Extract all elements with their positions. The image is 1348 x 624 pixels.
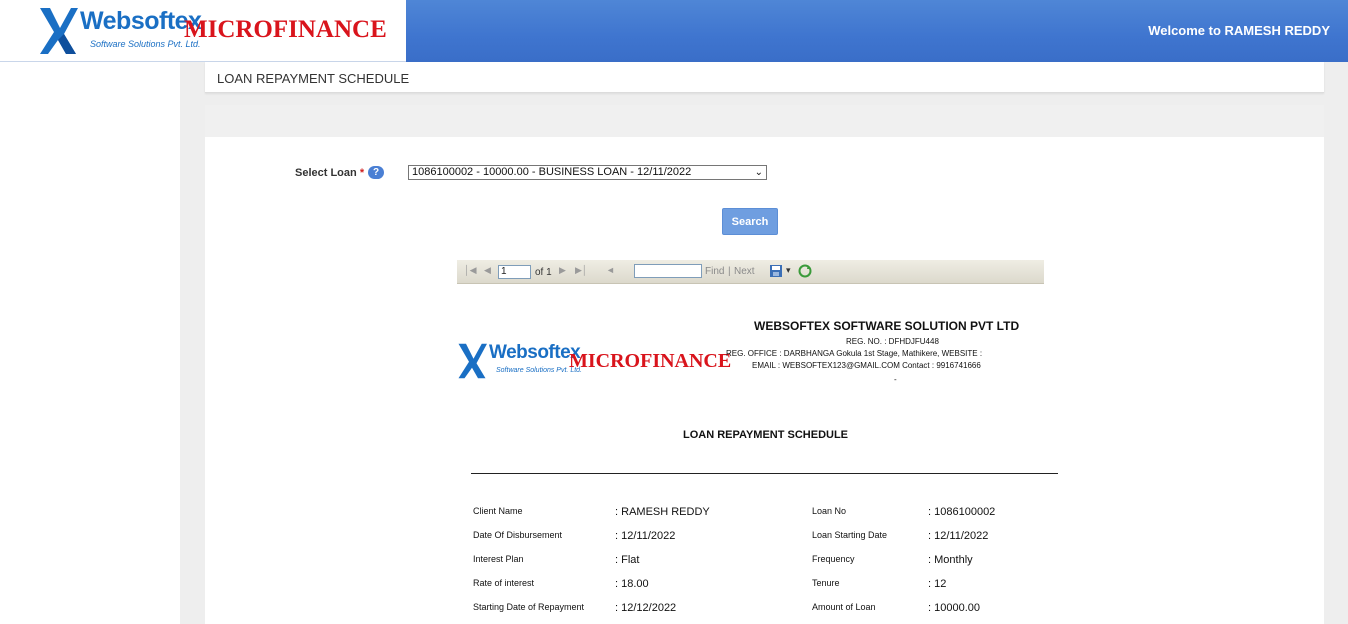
field-label: Amount of Loan: [812, 602, 876, 612]
top-header: Websoftex Software Solutions Pvt. Ltd. M…: [0, 0, 1348, 62]
field-label: Interest Plan: [473, 554, 524, 564]
loan-select[interactable]: 1086100002 - 10000.00 - BUSINESS LOAN - …: [408, 165, 767, 180]
card-header: [205, 105, 1324, 137]
field-value: : 12/11/2022: [615, 530, 676, 542]
export-dropdown-icon[interactable]: ▾: [786, 265, 791, 276]
next-link[interactable]: Next: [734, 266, 755, 277]
loan-select-value: 1086100002 - 10000.00 - BUSINESS LOAN - …: [412, 166, 692, 178]
report-brand-word: Websoftex: [489, 342, 581, 363]
last-page-icon[interactable]: ▶│: [575, 265, 588, 276]
welcome-text: Welcome to RAMESH REDDY: [1148, 23, 1330, 38]
reg-number: REG. NO. : DFHDJFU448: [846, 337, 939, 346]
first-page-icon[interactable]: │◀: [464, 265, 477, 276]
back-icon[interactable]: ◄: [606, 265, 615, 275]
main-card: Select Loan * ? 1086100002 - 10000.00 - …: [205, 105, 1324, 624]
field-value: : 10000.00: [928, 602, 981, 614]
report-logo-icon: [458, 343, 487, 379]
field-value: : 1086100002: [928, 506, 996, 518]
toolbar-separator: |: [728, 266, 731, 277]
next-page-icon[interactable]: ▶: [559, 265, 566, 276]
page-count: of 1: [535, 267, 552, 278]
select-loan-label-text: Select Loan: [295, 167, 357, 179]
report-brand-product: MICROFINANCE: [569, 350, 732, 372]
export-icon[interactable]: [769, 264, 783, 278]
page-title: LOAN REPAYMENT SCHEDULE: [217, 71, 410, 86]
chevron-down-icon: ⌄: [754, 167, 763, 178]
field-label: Starting Date of Repayment: [473, 602, 585, 612]
brand-logo[interactable]: Websoftex Software Solutions Pvt. Ltd. M…: [0, 0, 406, 62]
find-link[interactable]: Find: [705, 266, 724, 277]
required-mark: *: [359, 167, 365, 179]
field-value: : 12: [928, 578, 947, 590]
field-label: Frequency: [812, 554, 855, 564]
search-button[interactable]: Search: [722, 208, 778, 235]
dash-line: -: [894, 375, 897, 384]
field-label: Client Name: [473, 506, 523, 516]
contact-line: EMAIL : WEBSOFTEX123@GMAIL.COM Contact :…: [752, 361, 981, 370]
left-pane: [0, 62, 180, 624]
refresh-icon[interactable]: [798, 264, 812, 278]
websoftex-logo-icon: [40, 8, 78, 54]
page-title-bar: LOAN REPAYMENT SCHEDULE: [205, 62, 1324, 93]
help-icon[interactable]: ?: [368, 166, 384, 179]
prev-page-icon[interactable]: ◀: [484, 265, 491, 276]
reg-office: REG. OFFICE : DARBHANGA Gokula 1st Stage…: [726, 349, 983, 358]
field-label: Date Of Disbursement: [473, 530, 563, 540]
field-label: Tenure: [812, 578, 840, 588]
select-loan-label: Select Loan *: [295, 167, 364, 179]
company-name: WEBSOFTEX SOFTWARE SOLUTION PVT LTD: [754, 319, 1020, 333]
divider: [471, 473, 1058, 474]
field-label: Loan No: [812, 506, 847, 516]
field-value: : 12/11/2022: [928, 530, 989, 542]
page-number-input[interactable]: 1: [498, 265, 531, 279]
field-value: : 12/12/2022: [615, 602, 677, 614]
report-title: LOAN REPAYMENT SCHEDULE: [683, 429, 849, 441]
field-value: : RAMESH REDDY: [615, 506, 710, 518]
find-input[interactable]: [634, 264, 702, 278]
report-toolbar: │◀ ◀ 1 of 1 ▶ ▶│ ◄ Find | Next ▾: [457, 260, 1044, 284]
field-value: : 18.00: [615, 578, 649, 590]
field-value: : Flat: [615, 554, 640, 566]
brand-product: MICROFINANCE: [184, 16, 387, 43]
field-label: Loan Starting Date: [812, 530, 888, 540]
field-label: Rate of interest: [473, 578, 535, 588]
field-value: : Monthly: [928, 554, 973, 566]
